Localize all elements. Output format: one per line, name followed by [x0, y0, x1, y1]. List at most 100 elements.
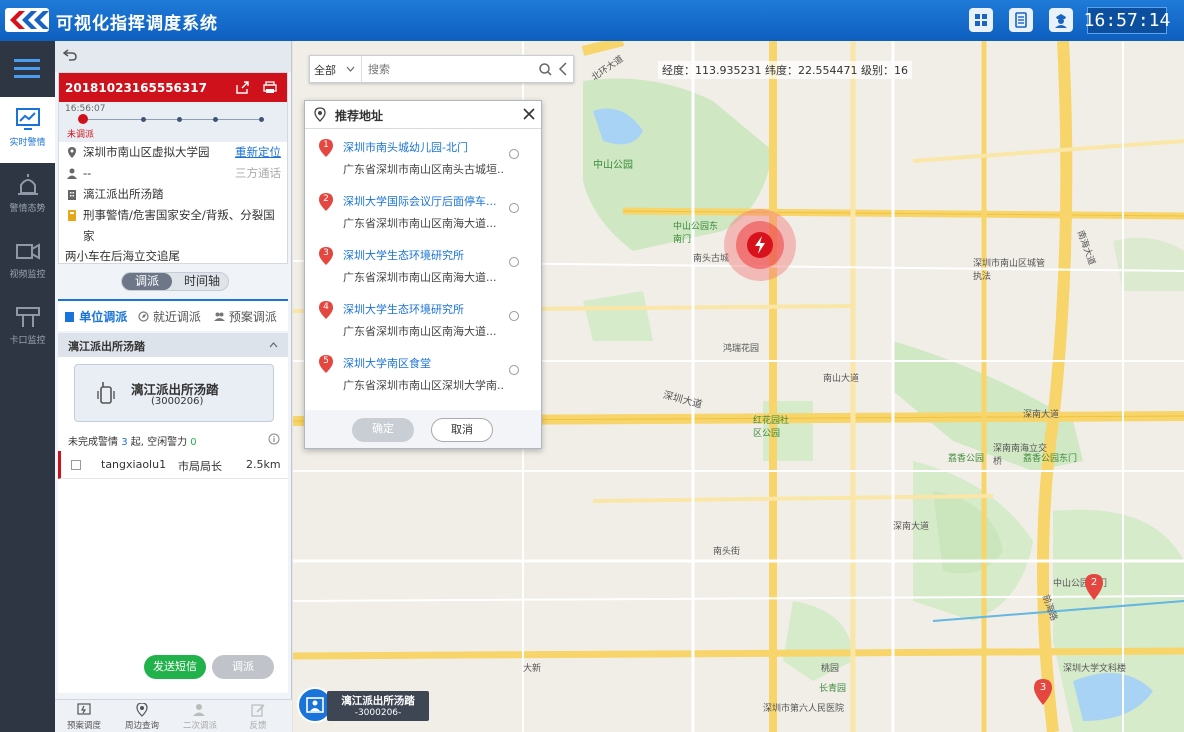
- station-tag[interactable]: 漓江派出所汤踏 -3000206-: [297, 687, 429, 723]
- case-type: 刑事警情/危害国家安全/背叛、分裂国家: [83, 208, 275, 243]
- plan-dispatch-button[interactable]: 预案调度: [55, 703, 113, 731]
- map-marker-3[interactable]: 3: [1034, 679, 1052, 708]
- lightning-alarm-icon: [724, 209, 796, 281]
- map-marker-2[interactable]: 2: [1085, 574, 1103, 603]
- address-name: 深圳大学生态环境研究所: [343, 249, 464, 262]
- nearby-search-button[interactable]: 周边查询: [113, 703, 171, 731]
- cancel-button[interactable]: 取消: [431, 418, 493, 442]
- alarm-siren-icon: [17, 174, 38, 195]
- menu-icon[interactable]: [14, 58, 40, 78]
- map-label: 长青园: [819, 684, 847, 694]
- address-detail: 广东省深圳市南山区南海大道...: [343, 325, 497, 338]
- map-label: 荔香公园: [948, 454, 985, 464]
- dispatch-tabs: 单位调派 就近调派 预案调派: [58, 299, 288, 331]
- map-label: 深圳市第六人民医院: [763, 704, 845, 714]
- address-radio[interactable]: [509, 311, 519, 321]
- tab-unit-dispatch[interactable]: 单位调派: [64, 308, 127, 325]
- person-icon: [67, 168, 77, 179]
- location-target-icon: [314, 107, 326, 122]
- recommended-address-dialog: 推荐地址 1 深圳市南头城幼儿园-北门 广东省深圳市南山区南头古城垣... 2 …: [304, 100, 542, 449]
- table-row[interactable]: tangxiaolu1 市局局长 2.5km: [58, 451, 288, 479]
- sidebar-item-situation[interactable]: 警情态势: [0, 163, 55, 229]
- close-icon[interactable]: [523, 108, 535, 120]
- address-radio[interactable]: [509, 149, 519, 159]
- officer-role: 市局局长: [178, 460, 222, 473]
- edit-icon: [251, 704, 265, 717]
- document-icon[interactable]: [1009, 8, 1033, 32]
- sidebar-item-video[interactable]: 视频监控: [0, 229, 55, 295]
- checkpoint-icon: [15, 307, 40, 327]
- toggle-dispatch[interactable]: 调派: [122, 273, 172, 290]
- case-header: 20181023165556317: [59, 73, 287, 102]
- sidebar-item-checkpoint[interactable]: 卡口监控: [0, 295, 55, 361]
- chevron-down-icon: [346, 66, 355, 72]
- app-logo-icon: [5, 8, 49, 32]
- dispatch-panel: 20181023165556317 16:56:07 未调派 深圳市南山区虚拟大…: [55, 41, 292, 732]
- address-radio[interactable]: [509, 365, 519, 375]
- address-option[interactable]: 1 深圳市南头城幼儿园-北门 广东省深圳市南山区南头古城垣...: [305, 129, 541, 183]
- map-label: 中山公园东南门: [673, 222, 719, 245]
- grid-icon[interactable]: [969, 8, 993, 32]
- sidebar-item-label: 卡口监控: [9, 336, 46, 346]
- address-detail: 广东省深圳市南山区南海大道...: [343, 271, 497, 284]
- dispatch-button[interactable]: 调派: [212, 655, 274, 679]
- back-icon[interactable]: [63, 49, 77, 61]
- case-card: 20181023165556317 16:56:07 未调派 深圳市南山区虚拟大…: [58, 72, 288, 264]
- tag-icon: [68, 210, 76, 221]
- police-officer-icon[interactable]: [1049, 8, 1073, 32]
- map-label: 深南大道: [1023, 410, 1060, 420]
- tab-plan-dispatch[interactable]: 预案调派: [214, 308, 277, 325]
- unit-card-code: (3000206): [151, 396, 204, 407]
- info-icon[interactable]: [268, 433, 280, 445]
- sidebar-item-realtime[interactable]: 实时警情: [0, 97, 55, 163]
- three-way-call-button[interactable]: 三方通话: [235, 163, 281, 184]
- relocate-link[interactable]: 重新定位: [235, 142, 281, 163]
- chevron-up-icon[interactable]: [269, 342, 278, 348]
- address-option[interactable]: 5 深圳大学南区食堂 广东省深圳市南山区深圳大学南...: [305, 345, 541, 399]
- view-toggle: 调派 时间轴: [121, 272, 229, 291]
- timeline-current-dot: [78, 114, 88, 124]
- search-scope-select[interactable]: 全部: [310, 56, 362, 82]
- row-checkbox[interactable]: [71, 460, 81, 470]
- map-label: 鸿瑞花园: [723, 344, 760, 354]
- marker-number: 3: [1039, 682, 1047, 693]
- print-icon[interactable]: [263, 81, 277, 94]
- feedback-button[interactable]: 反馈: [229, 703, 287, 731]
- address-radio[interactable]: [509, 203, 519, 213]
- map-view[interactable]: 北环大道 中山公园 中山公园东南门 深圳大道 红花园社区公园 深南大道 荔香公园…: [293, 41, 1184, 732]
- address-detail: 广东省深圳市南山区深圳大学南...: [343, 379, 503, 392]
- map-label: 中山公园: [593, 160, 633, 171]
- building-icon: [68, 190, 76, 200]
- map-label: 深南大道: [893, 522, 930, 532]
- send-sms-button[interactable]: 发送短信: [144, 655, 206, 679]
- app-title: 可视化指挥调度系统: [56, 14, 218, 34]
- toggle-timeline[interactable]: 时间轴: [176, 273, 228, 290]
- address-option[interactable]: 4 深圳大学生态环境研究所 广东省深圳市南山区南海大道...: [305, 291, 541, 345]
- tab-nearby-dispatch[interactable]: 就近调派: [138, 308, 201, 325]
- dialog-title: 推荐地址: [335, 109, 384, 123]
- officer-distance: 2.5km: [246, 458, 281, 471]
- search-icon[interactable]: [539, 63, 552, 76]
- unit-card[interactable]: 漓江派出所汤踏 (3000206): [74, 364, 274, 422]
- confirm-button[interactable]: 确定: [352, 418, 414, 442]
- case-timeline: 16:56:07 未调派: [59, 102, 287, 142]
- sidebar-item-label: 视频监控: [9, 270, 46, 280]
- address-option[interactable]: 2 深圳大学国际会议厅后面停车... 广东省深圳市南山区南海大道...: [305, 183, 541, 237]
- unit-list: 漓江派出所汤踏 (3000206) 未完成警情 3 起, 空闲警力 0 tang…: [58, 357, 288, 693]
- map-label: 红花园社区公园: [753, 416, 790, 439]
- search-input[interactable]: [368, 59, 528, 79]
- video-camera-icon: [15, 243, 40, 260]
- sidebar-item-label: 实时警情: [9, 138, 46, 148]
- station-tag-label: 漓江派出所汤踏 -3000206-: [327, 691, 429, 721]
- address-radio[interactable]: [509, 257, 519, 267]
- address-option[interactable]: 3 深圳大学生态环境研究所 广东省深圳市南山区南海大道...: [305, 237, 541, 291]
- share-icon[interactable]: [236, 81, 249, 94]
- case-id: 20181023165556317: [65, 81, 207, 95]
- second-dispatch-button[interactable]: 二次调派: [171, 703, 229, 731]
- timeline-time: 16:56:07: [65, 104, 106, 114]
- incident-marker[interactable]: [723, 208, 797, 282]
- dialog-header: 推荐地址: [305, 101, 541, 129]
- chevron-left-icon[interactable]: [558, 62, 568, 76]
- marker-number: 2: [1090, 577, 1098, 588]
- unit-group-header[interactable]: 漓江派出所汤踏: [58, 333, 288, 357]
